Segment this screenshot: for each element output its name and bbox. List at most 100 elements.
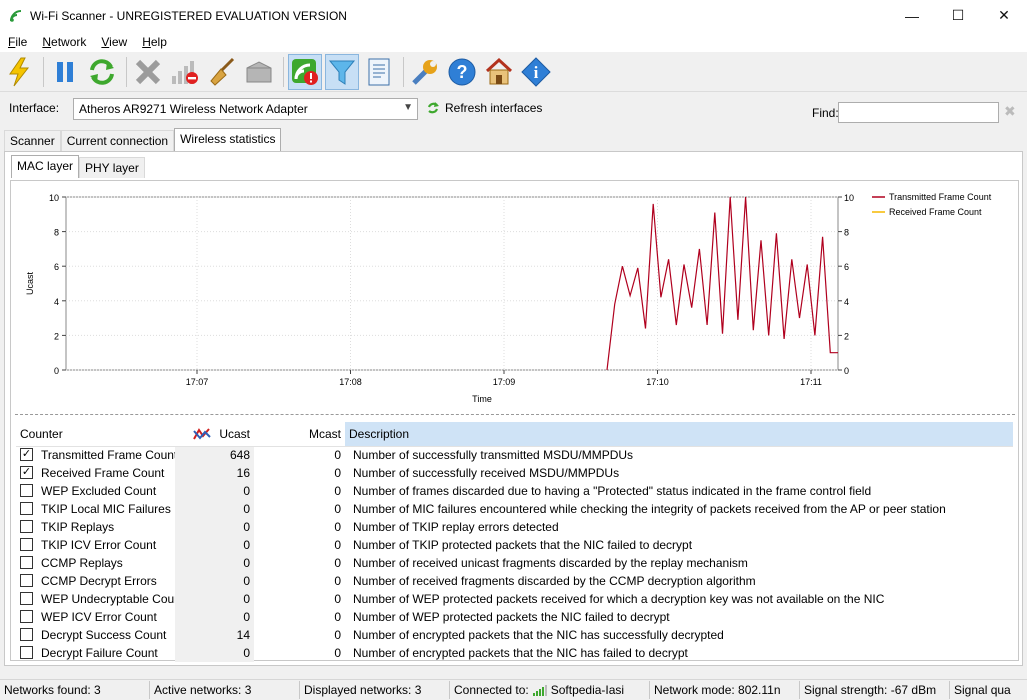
table-row[interactable]: Decrypt Failure Count 0 0 Number of encrypt… xyxy=(16,644,1013,662)
row-checkbox[interactable] xyxy=(20,592,33,606)
status-network-mode: Network mode: 802.11n xyxy=(650,681,800,699)
statistics-chart: 0 0 2 2 4 4 6 6 8 8 10 10 17:07 17:08 17:09 17:10 17:11 T… xyxy=(25,192,992,404)
table-header: Counter Ucast Mcast Description xyxy=(16,422,1013,447)
table-row[interactable]: ✓ Received Frame Count 16 0 Number of succes… xyxy=(16,464,1013,482)
help-button[interactable]: ? xyxy=(445,54,479,90)
menu-network[interactable]: Network xyxy=(34,35,93,49)
refresh-button[interactable] xyxy=(85,54,119,90)
y-tick-label-left: 8 xyxy=(54,228,59,238)
wifi-monitor-button[interactable] xyxy=(288,53,322,90)
x-tick-label: 17:10 xyxy=(646,377,669,387)
chevron-down-icon: ▼ xyxy=(403,102,413,113)
row-checkbox[interactable] xyxy=(20,502,33,516)
ucast-cell: 16 xyxy=(175,464,254,482)
clear-button[interactable] xyxy=(205,54,239,90)
counter-cell: WEP Excluded Count xyxy=(16,482,175,500)
mac-layer-panel: 0 0 2 2 4 4 6 6 8 8 10 10 17:07 17:08 17:09 17:10 17:11 T… xyxy=(10,180,1019,662)
column-header-ucast[interactable]: Ucast xyxy=(175,422,254,447)
filter-icon xyxy=(328,60,356,85)
row-checkbox[interactable]: ✓ xyxy=(20,466,33,480)
notes-button[interactable] xyxy=(362,54,396,90)
pause-button[interactable] xyxy=(48,54,82,90)
row-checkbox[interactable] xyxy=(20,610,33,624)
maximize-button[interactable]: ☐ xyxy=(935,0,981,31)
x-axis-label: Time xyxy=(472,394,492,404)
settings-button[interactable] xyxy=(408,54,442,90)
mcast-cell: 0 xyxy=(334,466,341,480)
minimize-button[interactable]: — xyxy=(889,0,935,31)
table-row[interactable]: TKIP ICV Error Count 0 0 Number of TKIP pro… xyxy=(16,536,1013,554)
box-icon xyxy=(246,60,272,82)
table-row[interactable]: TKIP Local MIC Failures 0 0 Number of MIC f… xyxy=(16,500,1013,518)
tab-mac-layer[interactable]: MAC layer xyxy=(11,155,80,178)
clear-find-icon[interactable]: ✖ xyxy=(1004,103,1016,120)
home-button[interactable] xyxy=(482,54,516,90)
mcast-cell: 0 xyxy=(334,520,341,534)
find-input[interactable] xyxy=(838,102,999,123)
menu-file[interactable]: File xyxy=(0,35,34,49)
tab-phy-layer[interactable]: PHY layer xyxy=(79,157,145,178)
delete-icon xyxy=(135,59,161,84)
layer-tabs: MAC layer PHY layer xyxy=(11,155,145,178)
tab-current-connection[interactable]: Current connection xyxy=(60,130,175,151)
table-row[interactable]: CCMP Decrypt Errors 0 0 Number of received … xyxy=(16,572,1013,590)
y-tick-label-right: 0 xyxy=(844,366,849,376)
window-title: Wi-Fi Scanner - UNREGISTERED EVALUATION … xyxy=(30,8,347,23)
table-row[interactable]: CCMP Replays 0 0 Number of received unicast… xyxy=(16,554,1013,572)
wireless-statistics-panel: MAC layer PHY layer 0 0 2 2 4 4 6 6 8 8 10 10 17:07 1… xyxy=(4,151,1023,666)
menu-help[interactable]: Help xyxy=(134,35,174,49)
y-tick-label-right: 8 xyxy=(844,228,849,238)
counter-cell: ✓ Transmitted Frame Count xyxy=(20,448,175,463)
row-checkbox[interactable] xyxy=(20,484,33,498)
interface-select[interactable]: Atheros AR9271 Wireless Network Adapter … xyxy=(73,98,418,120)
column-header-counter[interactable]: Counter xyxy=(16,422,175,447)
row-checkbox[interactable]: ✓ xyxy=(20,448,33,462)
counters-table: Counter Ucast Mcast Description ✓ Transmi… xyxy=(16,422,1013,662)
refresh-icon xyxy=(90,58,114,85)
mcast-cell: 0 xyxy=(334,484,341,498)
filter-button[interactable] xyxy=(325,53,359,90)
description-cell: Number of successfully received MSDU/MMP… xyxy=(353,466,620,480)
delete-button[interactable] xyxy=(131,54,165,90)
remove-signal-button[interactable] xyxy=(168,54,202,90)
tab-scanner[interactable]: Scanner xyxy=(4,130,61,151)
wifi-app-icon xyxy=(10,9,22,22)
info-icon: i xyxy=(521,56,551,87)
column-header-description[interactable]: Description xyxy=(345,422,1013,447)
y-tick-label-right: 6 xyxy=(844,262,849,272)
table-row[interactable]: TKIP Replays 0 0 Number of TKIP replay erro… xyxy=(16,518,1013,536)
about-button[interactable]: i xyxy=(519,54,553,90)
status-displayed-networks: Displayed networks: 3 xyxy=(300,681,450,699)
table-row[interactable]: WEP ICV Error Count 0 0 Number of WEP prote… xyxy=(16,608,1013,626)
chart-series-icon xyxy=(193,428,212,440)
description-cell: Number of encrypted packets that the NIC… xyxy=(353,646,688,660)
row-checkbox[interactable] xyxy=(20,646,33,660)
table-row[interactable]: Decrypt Success Count 14 0 Number of encryp… xyxy=(16,626,1013,644)
row-checkbox[interactable] xyxy=(20,556,33,570)
row-checkbox[interactable] xyxy=(20,520,33,534)
row-checkbox[interactable] xyxy=(20,538,33,552)
menu-view[interactable]: View xyxy=(93,35,134,49)
refresh-interfaces-button[interactable]: Refresh interfaces xyxy=(426,101,542,115)
row-checkbox[interactable] xyxy=(20,628,33,642)
start-scan-button[interactable] xyxy=(2,54,36,90)
wifi-warning-icon xyxy=(292,58,318,85)
tab-wireless-statistics[interactable]: Wireless statistics xyxy=(174,128,282,151)
row-checkbox[interactable] xyxy=(20,574,33,588)
table-row[interactable]: WEP Excluded Count 0 0 Number of frames dis… xyxy=(16,482,1013,500)
table-row[interactable]: WEP Undecryptable Count 0 0 Number of WEP p… xyxy=(16,590,1013,608)
ucast-cell: 0 xyxy=(175,536,254,554)
plot-area xyxy=(65,196,839,371)
table-row[interactable]: ✓ Transmitted Frame Count 648 0 Number of su… xyxy=(16,446,1013,464)
box-button[interactable] xyxy=(242,54,276,90)
ucast-cell: 0 xyxy=(175,590,254,608)
close-button[interactable]: ✕ xyxy=(981,0,1027,31)
description-cell: Number of WEP protected packets the NIC … xyxy=(353,610,670,624)
column-header-mcast[interactable]: Mcast xyxy=(254,422,345,447)
counter-cell: ✓ Received Frame Count xyxy=(20,465,165,480)
splitter[interactable] xyxy=(15,414,1015,415)
legend-label-1: Received Frame Count xyxy=(889,207,982,217)
status-signal-strength: Signal strength: -67 dBm xyxy=(800,681,950,699)
counter-cell: Decrypt Failure Count xyxy=(16,644,175,662)
refresh-small-icon xyxy=(427,102,439,114)
